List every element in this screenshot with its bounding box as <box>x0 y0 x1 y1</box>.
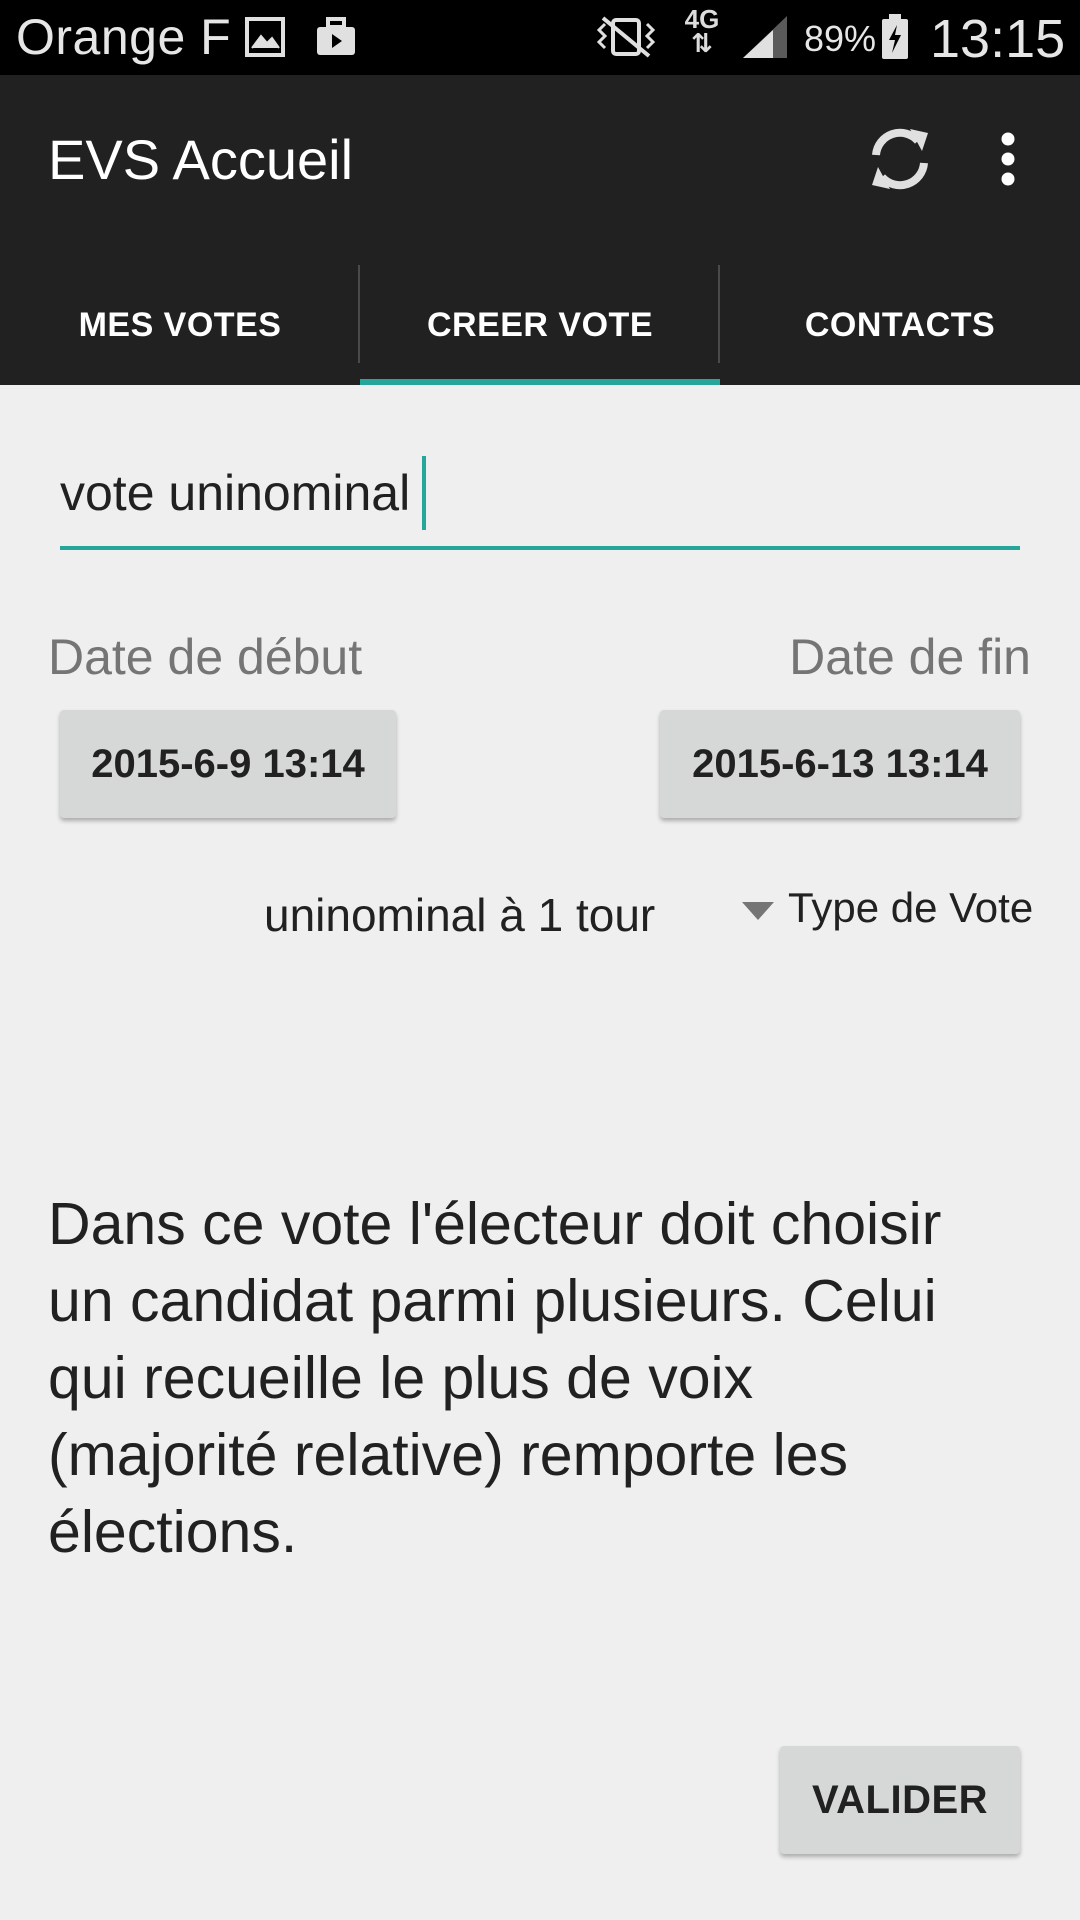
vote-name-input[interactable]: vote uninominal <box>60 440 1020 550</box>
overflow-menu-icon <box>1001 132 1015 186</box>
vote-type-dropdown[interactable]: Type de Vote <box>742 884 1033 932</box>
tab-bar: MES VOTES CREER VOTE CONTACTS <box>0 265 1080 385</box>
vote-type-label: Type de Vote <box>788 884 1034 931</box>
battery-percentage: 89% <box>804 18 877 59</box>
vote-type-description: Dans ce vote l'électeur doit choisir un … <box>48 1191 942 1565</box>
network-type-indicator: 4G ⇅ <box>680 6 724 58</box>
dropdown-arrow-icon <box>742 902 774 920</box>
status-bar: Orange F 4G ⇅ 89% 13:15 <box>0 0 1080 75</box>
tab-creer-vote[interactable]: CREER VOTE <box>360 265 720 385</box>
tab-mes-votes[interactable]: MES VOTES <box>0 265 360 385</box>
bag-icon <box>312 14 360 60</box>
tab-label: CREER VOTE <box>426 305 654 344</box>
refresh-button[interactable] <box>858 117 942 201</box>
text-cursor <box>422 456 427 530</box>
gallery-icon <box>242 14 288 60</box>
overflow-menu-button[interactable] <box>984 117 1032 201</box>
validate-button[interactable]: VALIDER <box>780 1746 1020 1854</box>
battery-charging-icon <box>878 14 912 60</box>
vote-type-selected[interactable]: uninominal à 1 tour <box>264 888 655 942</box>
start-date-button[interactable]: 2015-6-9 13:14 <box>60 710 396 818</box>
tab-label: MES VOTES <box>78 305 282 344</box>
carrier-name: Orange F <box>16 9 232 65</box>
signal-icon <box>736 14 794 60</box>
end-date-button[interactable]: 2015-6-13 13:14 <box>660 710 1020 818</box>
clock: 13:15 <box>930 9 1066 69</box>
refresh-icon <box>872 128 928 190</box>
mute-vibrate-icon <box>590 14 662 60</box>
vote-name-value: vote uninominal <box>60 465 411 521</box>
start-date-label: Date de début <box>48 629 363 685</box>
tab-contacts[interactable]: CONTACTS <box>720 265 1080 385</box>
app-title: EVS Accueil <box>48 128 354 191</box>
action-bar: EVS Accueil MES VOTES CREER VOTE CONTACT… <box>0 75 1080 385</box>
end-date-label: Date de fin <box>789 629 1031 685</box>
tab-label: CONTACTS <box>804 305 996 344</box>
data-arrows-icon: ⇅ <box>691 28 713 58</box>
